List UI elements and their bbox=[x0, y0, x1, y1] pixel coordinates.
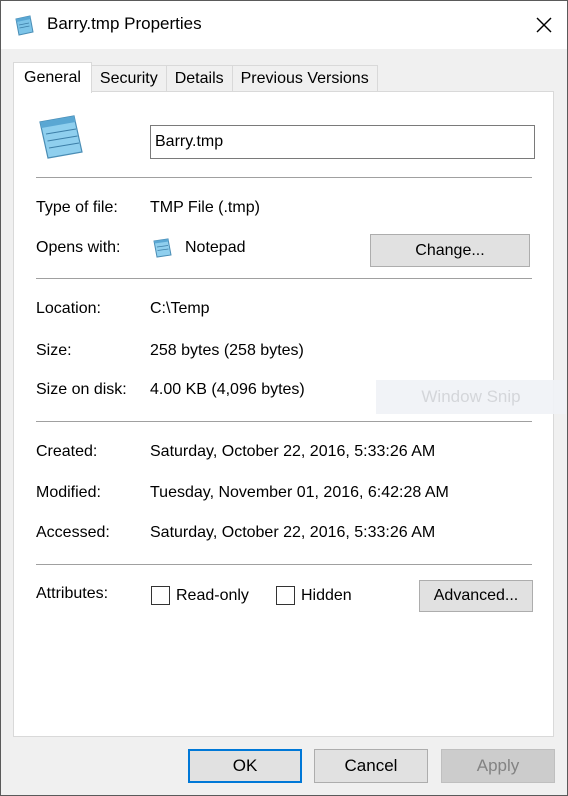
notepad-file-icon bbox=[39, 115, 83, 159]
notepad-icon bbox=[153, 238, 172, 258]
created-label: Created: bbox=[36, 443, 98, 460]
properties-window: Barry.tmp Properties General Security De… bbox=[0, 0, 568, 796]
separator bbox=[36, 421, 532, 422]
tab-previous-versions[interactable]: Previous Versions bbox=[231, 65, 378, 93]
accessed-label: Accessed: bbox=[36, 524, 110, 541]
close-button[interactable] bbox=[521, 1, 567, 49]
type-label: Type of file: bbox=[36, 199, 118, 216]
hidden-label: Hidden bbox=[301, 587, 352, 604]
size-value: 258 bytes (258 bytes) bbox=[150, 342, 304, 359]
attributes-label: Attributes: bbox=[36, 585, 109, 602]
window-title: Barry.tmp Properties bbox=[47, 14, 202, 33]
hidden-checkbox[interactable] bbox=[276, 586, 295, 605]
created-value: Saturday, October 22, 2016, 5:33:26 AM bbox=[150, 443, 436, 460]
read-only-checkbox[interactable] bbox=[151, 586, 170, 605]
cancel-button[interactable]: Cancel bbox=[314, 749, 428, 783]
opens-with-value: Notepad bbox=[185, 239, 246, 256]
size-label: Size: bbox=[36, 342, 72, 359]
tab-general[interactable]: General bbox=[13, 62, 92, 93]
opens-with-label: Opens with: bbox=[36, 239, 121, 256]
general-panel: Type of file: TMP File (.tmp) Opens with… bbox=[13, 91, 566, 737]
file-name-input[interactable] bbox=[150, 125, 535, 159]
modified-label: Modified: bbox=[36, 484, 101, 501]
tab-security[interactable]: Security bbox=[90, 65, 167, 93]
close-icon bbox=[536, 17, 552, 33]
ok-button[interactable]: OK bbox=[188, 749, 302, 783]
size-on-disk-label: Size on disk: bbox=[36, 381, 127, 398]
tab-strip: General Security Details Previous Versio… bbox=[13, 62, 378, 93]
type-value: TMP File (.tmp) bbox=[150, 199, 260, 216]
advanced-button[interactable]: Advanced... bbox=[419, 580, 533, 612]
window-snip-watermark: Window Snip bbox=[376, 380, 566, 414]
location-value: C:\Temp bbox=[150, 300, 210, 317]
separator bbox=[36, 177, 532, 178]
modified-value: Tuesday, November 01, 2016, 6:42:28 AM bbox=[150, 484, 449, 501]
change-button[interactable]: Change... bbox=[370, 234, 530, 267]
title-bar: Barry.tmp Properties bbox=[1, 1, 567, 49]
apply-button[interactable]: Apply bbox=[441, 749, 555, 783]
location-label: Location: bbox=[36, 300, 101, 317]
tab-details[interactable]: Details bbox=[165, 65, 233, 93]
read-only-label: Read-only bbox=[176, 587, 249, 604]
separator bbox=[36, 564, 532, 565]
accessed-value: Saturday, October 22, 2016, 5:33:26 AM bbox=[150, 524, 436, 541]
notepad-file-icon bbox=[15, 15, 34, 36]
size-on-disk-value: 4.00 KB (4,096 bytes) bbox=[150, 381, 305, 398]
separator bbox=[36, 278, 532, 279]
